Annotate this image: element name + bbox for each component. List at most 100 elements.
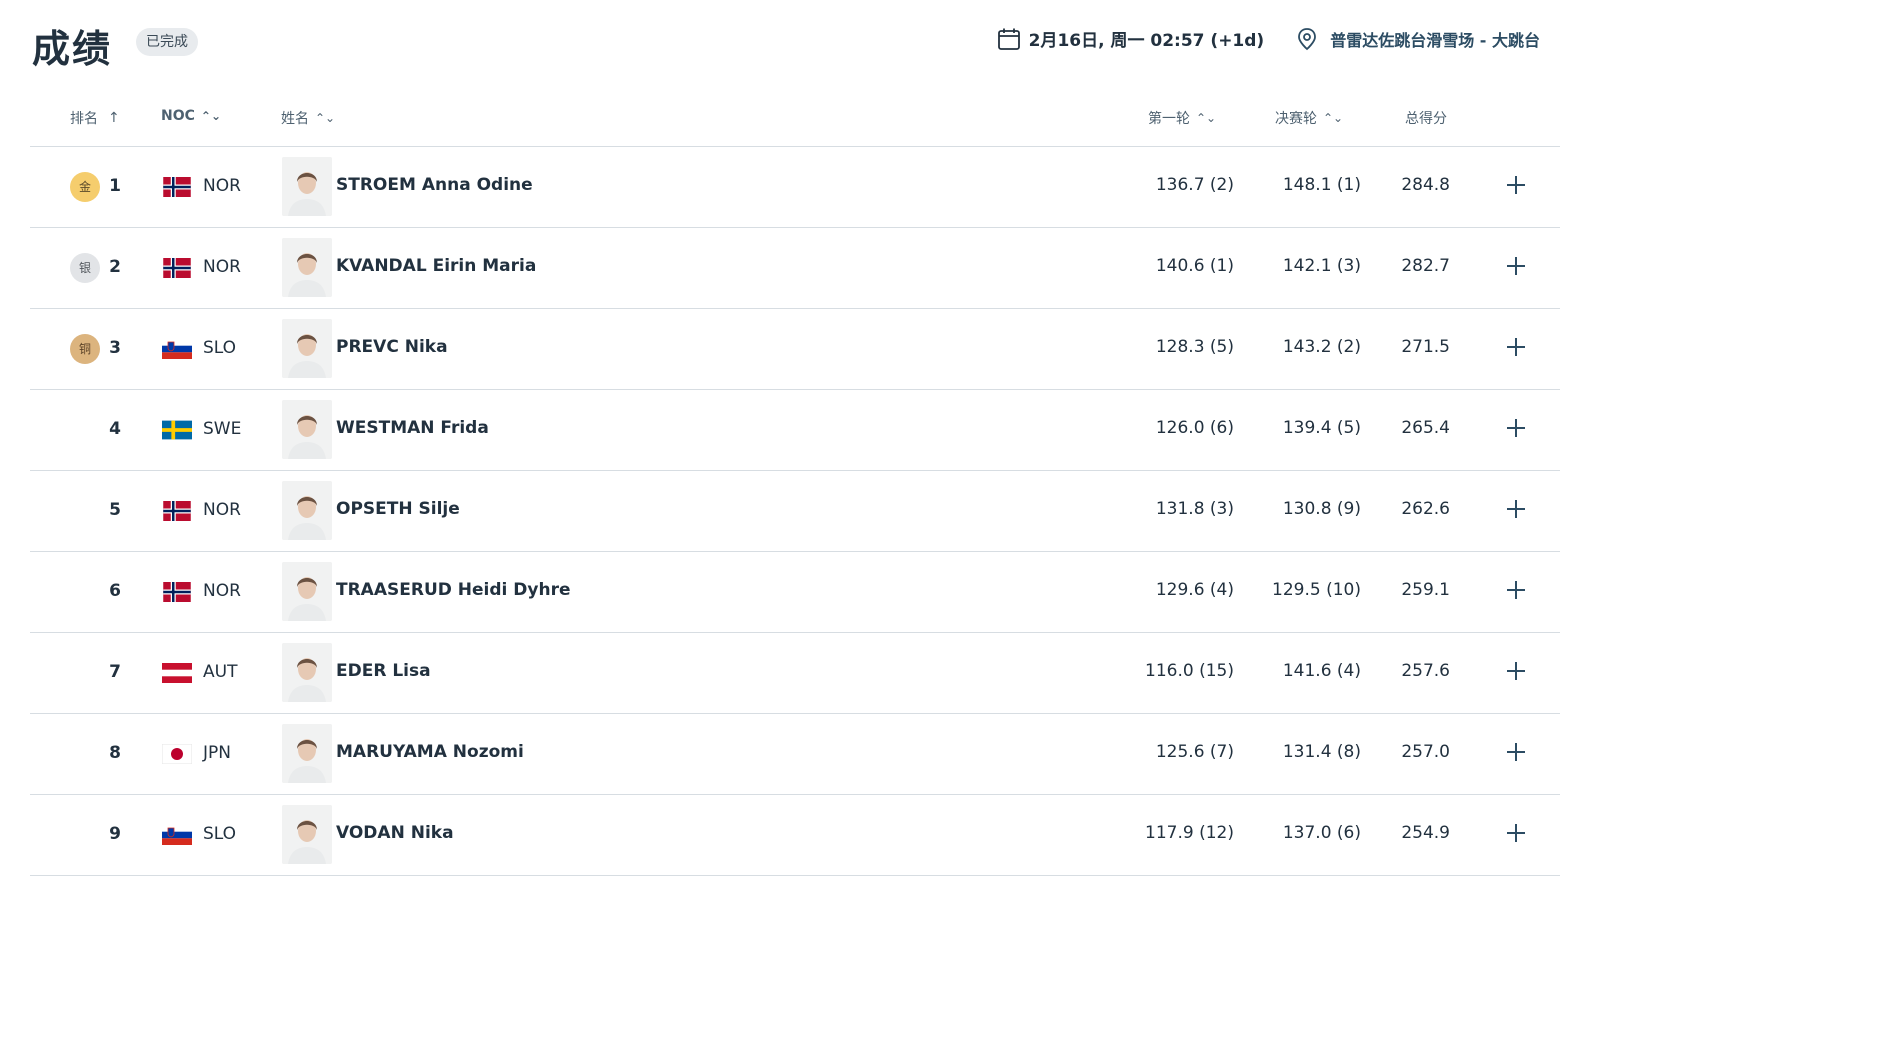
expand-plus-icon[interactable] <box>1502 171 1530 199</box>
table-row: 6 NOR TRAASERUD Heidi Dyhre 129.6 (4) 12… <box>30 552 1560 633</box>
total-score: 284.8 <box>1401 175 1450 195</box>
final-score: 130.8 (9) <box>1282 499 1361 519</box>
header-meta: 2月16日, 周一 02:57 (+1d) 普雷达佐跳台滑雪场 - 大跳台 <box>997 26 1540 51</box>
noc-code: AUT <box>203 662 238 682</box>
flag-swe-icon <box>162 420 192 440</box>
avatar-icon <box>282 319 332 378</box>
table-row: 5 NOR OPSETH Silje 131.8 (3) 130.8 (9) 2… <box>30 471 1560 552</box>
column-header-name[interactable]: 姓名 ⌃⌄ <box>281 108 335 128</box>
sort-toggle-icon: ⌃⌄ <box>315 111 336 125</box>
expand-plus-icon[interactable] <box>1502 333 1530 361</box>
avatar-icon <box>282 481 332 540</box>
table-header: 排名 ↑ NOC ⌃⌄ 姓名 ⌃⌄ 第一轮 ⌃⌄ 决赛轮 ⌃⌄ 总得分 <box>30 88 1560 147</box>
final-score: 137.0 (6) <box>1282 823 1361 843</box>
athlete-photo <box>282 400 332 459</box>
column-label-name: 姓名 <box>281 111 309 127</box>
venue-name[interactable]: 普雷达佐跳台滑雪场 - 大跳台 <box>1330 27 1540 51</box>
table-row: 9 SLO VODAN Nika 117.9 (12) 137.0 (6) 25… <box>30 795 1560 876</box>
table-row: 4 SWE WESTMAN Frida 126.0 (6) 139.4 (5) … <box>30 390 1560 471</box>
event-datetime: 2月16日, 周一 02:57 (+1d) <box>1028 31 1265 51</box>
flag-nor-icon <box>162 582 192 602</box>
column-label-round1: 第一轮 <box>1148 111 1190 127</box>
rank-value: 3 <box>109 338 121 358</box>
final-score: 131.4 (8) <box>1282 742 1361 762</box>
expand-plus-icon[interactable] <box>1502 657 1530 685</box>
athlete-name[interactable]: KVANDAL Eirin Maria <box>336 256 536 276</box>
avatar-icon <box>282 157 332 216</box>
athlete-name[interactable]: PREVC Nika <box>336 337 448 357</box>
athlete-name[interactable]: STROEM Anna Odine <box>336 175 533 195</box>
noc-code: NOR <box>203 581 241 601</box>
noc-code: SLO <box>203 824 237 844</box>
total-score: 257.0 <box>1401 742 1450 762</box>
rank-value: 9 <box>109 824 121 844</box>
round1-score: 128.3 (5) <box>1155 337 1234 357</box>
rank-value: 7 <box>109 662 121 682</box>
page-title: 成绩 <box>32 26 113 71</box>
venue-block[interactable]: 普雷达佐跳台滑雪场 - 大跳台 <box>1296 27 1540 51</box>
expand-plus-icon[interactable] <box>1502 414 1530 442</box>
avatar-icon <box>282 643 332 702</box>
noc-code: NOR <box>203 176 241 196</box>
athlete-name[interactable]: OPSETH Silje <box>336 499 460 519</box>
column-header-noc[interactable]: NOC ⌃⌄ <box>161 108 221 124</box>
sort-toggle-icon: ⌃⌄ <box>1196 111 1217 125</box>
final-score: 141.6 (4) <box>1282 661 1361 681</box>
athlete-photo <box>282 319 332 378</box>
rank-value: 5 <box>109 500 121 520</box>
athlete-name[interactable]: WESTMAN Frida <box>336 418 489 438</box>
avatar-icon <box>282 724 332 783</box>
final-score: 139.4 (5) <box>1282 418 1361 438</box>
final-score: 148.1 (1) <box>1282 175 1361 195</box>
column-label-rank: 排名 <box>70 111 98 127</box>
date-block: 2月16日, 周一 02:57 (+1d) <box>997 26 1265 51</box>
medal-badge: 铜 <box>70 334 100 364</box>
athlete-photo <box>282 562 332 621</box>
athlete-name[interactable]: MARUYAMA Nozomi <box>336 742 524 762</box>
noc-code: NOR <box>203 257 241 277</box>
column-label-final: 决赛轮 <box>1275 111 1317 127</box>
expand-plus-icon[interactable] <box>1502 252 1530 280</box>
rank-value: 8 <box>109 743 121 763</box>
column-header-round1[interactable]: 第一轮 ⌃⌄ <box>1148 108 1216 128</box>
column-label-noc: NOC <box>161 108 195 124</box>
total-score: 257.6 <box>1401 661 1450 681</box>
location-pin-icon <box>1298 27 1317 50</box>
column-header-final[interactable]: 决赛轮 ⌃⌄ <box>1275 108 1343 128</box>
table-row: 7 AUT EDER Lisa 116.0 (15) 141.6 (4) 257… <box>30 633 1560 714</box>
athlete-name[interactable]: VODAN Nika <box>336 823 454 843</box>
final-score: 143.2 (2) <box>1282 337 1361 357</box>
flag-aut-icon <box>162 663 192 683</box>
athlete-photo <box>282 238 332 297</box>
flag-nor-icon <box>162 501 192 521</box>
column-header-rank[interactable]: 排名 ↑ <box>70 108 120 128</box>
round1-score: 125.6 (7) <box>1155 742 1234 762</box>
avatar-icon <box>282 805 332 864</box>
athlete-photo <box>282 643 332 702</box>
avatar-icon <box>282 238 332 297</box>
total-score: 282.7 <box>1401 256 1450 276</box>
flag-nor-icon <box>162 177 192 197</box>
medal-badge: 金 <box>70 172 100 202</box>
expand-plus-icon[interactable] <box>1502 495 1530 523</box>
calendar-icon <box>997 28 1020 50</box>
noc-code: NOR <box>203 500 241 520</box>
final-score: 129.5 (10) <box>1272 580 1361 600</box>
column-header-total: 总得分 <box>1405 108 1447 128</box>
expand-plus-icon[interactable] <box>1502 819 1530 847</box>
total-score: 254.9 <box>1401 823 1450 843</box>
athlete-photo <box>282 724 332 783</box>
athlete-name[interactable]: TRAASERUD Heidi Dyhre <box>336 580 571 600</box>
expand-plus-icon[interactable] <box>1502 576 1530 604</box>
rank-value: 4 <box>109 419 121 439</box>
table-row: 8 JPN MARUYAMA Nozomi 125.6 (7) 131.4 (8… <box>30 714 1560 795</box>
athlete-name[interactable]: EDER Lisa <box>336 661 431 681</box>
expand-plus-icon[interactable] <box>1502 738 1530 766</box>
table-body: 金 1 NOR STROEM Anna Odine 136.7 (2) 148.… <box>30 147 1560 876</box>
round1-score: 116.0 (15) <box>1145 661 1234 681</box>
noc-code: JPN <box>203 743 231 763</box>
column-label-total: 总得分 <box>1405 111 1447 127</box>
total-score: 262.6 <box>1401 499 1450 519</box>
noc-code: SLO <box>203 338 237 358</box>
flag-slo-icon <box>162 339 192 359</box>
